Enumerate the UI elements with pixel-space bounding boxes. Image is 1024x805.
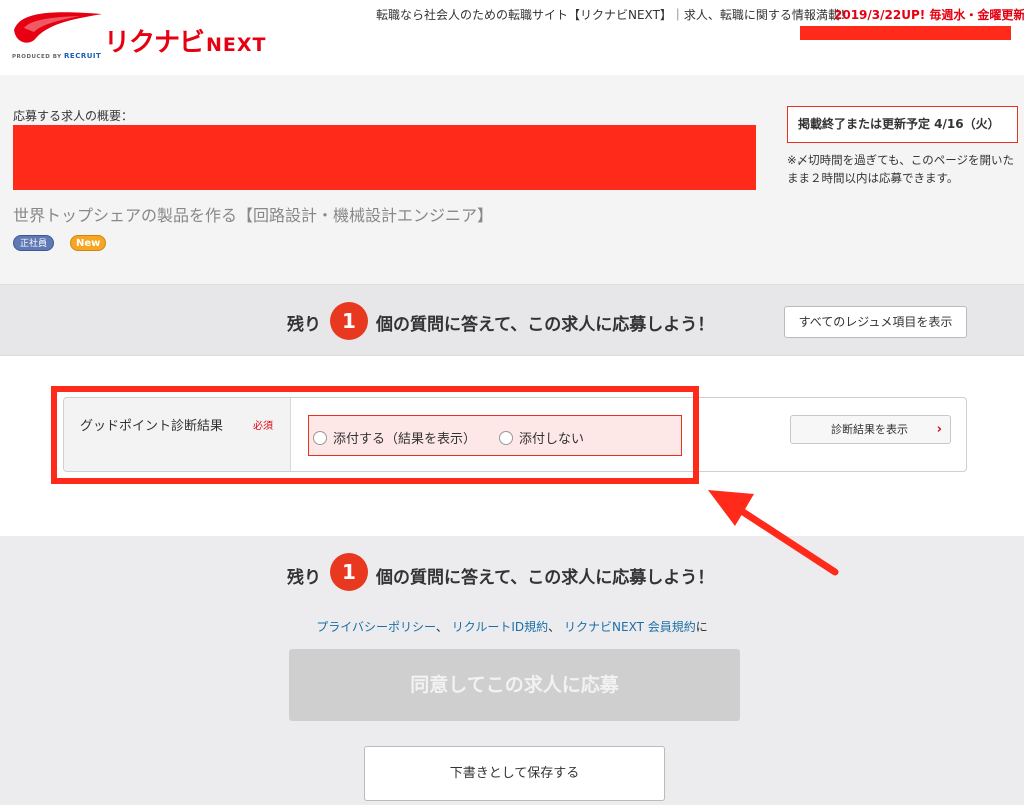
member-terms-link[interactable]: リクナビNEXT 会員規約	[564, 620, 696, 634]
chevron-right-icon: ›	[936, 422, 942, 437]
remaining-suffix: 個の質問に答えて、この求人に応募しよう！	[376, 568, 715, 588]
site-header: リクナビ NEXT PRODUCED BY RECRUIT 転職なら社会人のための…	[0, 0, 1024, 75]
overview-label: 応募する求人の概要：	[13, 109, 134, 123]
new-badge: New	[70, 235, 107, 251]
form-area: グッドポイント診断結果 必須 添付する（結果を表示） 添付しない 診断結果を表示…	[0, 356, 1024, 536]
logo-swoosh-icon	[14, 12, 102, 43]
agree-apply-button[interactable]: 同意してこの求人に応募	[289, 649, 740, 721]
remaining-prefix: 残り	[287, 315, 321, 335]
save-draft-button[interactable]: 下書きとして保存する	[364, 746, 665, 801]
job-overview: 応募する求人の概要： 世界トップシェアの製品を作る【回路設計・機械設計エンジニア…	[0, 75, 1024, 284]
rikunabi-next-logo[interactable]: リクナビ NEXT PRODUCED BY RECRUIT	[10, 8, 270, 64]
remaining-count-badge: 1	[330, 553, 368, 591]
recruit-id-terms-link[interactable]: リクルートID規約	[452, 620, 548, 634]
job-title: 世界トップシェアの製品を作る【回路設計・機械設計エンジニア】	[13, 206, 494, 225]
logo-wordmark: リクナビ NEXT	[104, 28, 267, 58]
apply-section: 残り 1 個の質問に答えて、この求人に応募しよう！ プライバシーポリシー、 リク…	[0, 536, 1024, 805]
show-all-resume-button[interactable]: すべてのレジュメ項目を表示	[784, 306, 967, 338]
policy-separator: 、	[548, 620, 561, 634]
privacy-policy-link[interactable]: プライバシーポリシー	[316, 620, 436, 634]
remaining-prefix: 残り	[287, 568, 321, 588]
remaining-count-badge: 1	[330, 302, 368, 340]
deadline-note: ※〆切時間を過ぎても、このページを開いたまま２時間以内は応募できます。	[787, 153, 1014, 185]
show-diagnosis-label: 診断結果を表示	[831, 423, 908, 436]
remaining-suffix: 個の質問に答えて、この求人に応募しよう！	[376, 315, 715, 335]
show-diagnosis-button[interactable]: 診断結果を表示 ›	[790, 415, 951, 444]
logo-produced-by: PRODUCED BY RECRUIT	[12, 52, 102, 60]
deadline-box: 掲載終了または更新予定 4/16（火）	[787, 106, 1018, 143]
remaining-questions-band: 残り 1 個の質問に答えて、この求人に応募しよう！ すべてのレジュメ項目を表示	[0, 284, 1024, 356]
employment-type-badge: 正社員	[13, 235, 55, 251]
policy-tail: に	[695, 620, 708, 634]
redaction-company	[13, 125, 756, 190]
policy-agreement: プライバシーポリシー、 リクルートID規約、 リクナビNEXT 会員規約に	[0, 618, 1024, 635]
policy-separator: 、	[435, 620, 448, 634]
update-notice: 2019/3/22UP! 毎週水・金曜更新	[834, 8, 1024, 22]
redaction-header	[800, 26, 1011, 40]
annotation-highlight-box	[51, 386, 699, 484]
site-tagline: 転職なら社会人のための転職サイト【リクナビNEXT】｜求人、転職に関する情報満載…	[376, 8, 852, 22]
